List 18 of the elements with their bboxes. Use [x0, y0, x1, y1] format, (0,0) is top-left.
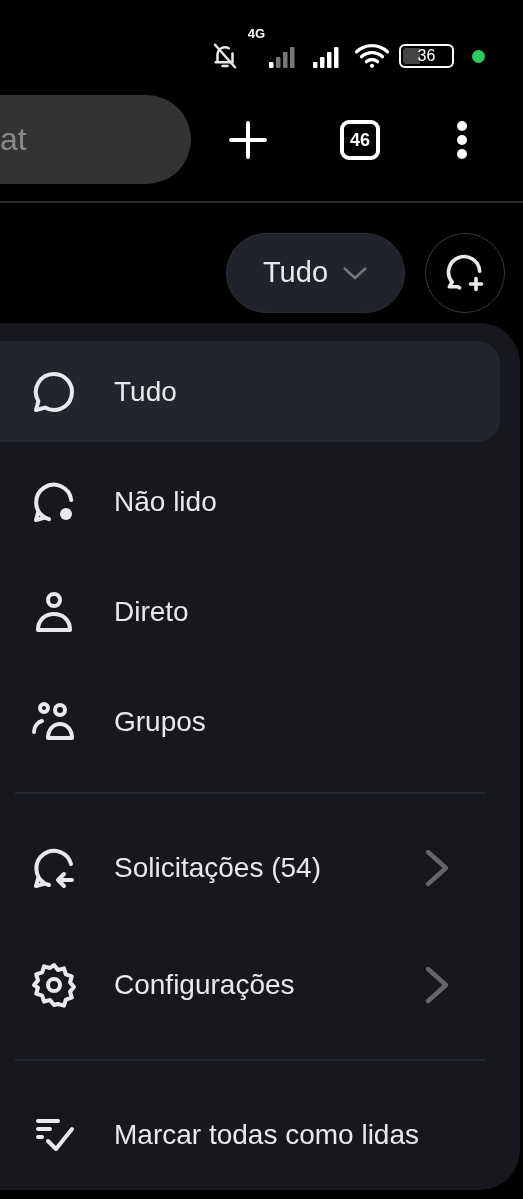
- menu-item[interactable]: Não lido: [0, 451, 500, 552]
- network-label: 4G: [247, 25, 265, 43]
- filter-dropdown[interactable]: Tudo: [226, 233, 405, 313]
- wifi-icon: [353, 42, 391, 70]
- chevron-down-icon: [342, 266, 368, 280]
- menu-button[interactable]: [456, 119, 468, 160]
- address-field[interactable]: at: [0, 95, 191, 184]
- new-tab-button[interactable]: [228, 119, 268, 160]
- menu-item[interactable]: Grupos: [0, 671, 500, 772]
- menu-item[interactable]: Tudo: [0, 341, 500, 442]
- menu-item[interactable]: Configurações: [0, 931, 500, 1039]
- menu-item[interactable]: Marcar todas como lidas: [0, 1081, 500, 1189]
- battery-level: 36: [417, 48, 436, 64]
- tab-count-button[interactable]: 46: [340, 119, 380, 160]
- menu-item[interactable]: Direto: [0, 561, 500, 662]
- camera-indicator-dot: [472, 49, 485, 63]
- menu-item[interactable]: Solicitações (54): [0, 814, 500, 922]
- gear-icon: [30, 961, 78, 1009]
